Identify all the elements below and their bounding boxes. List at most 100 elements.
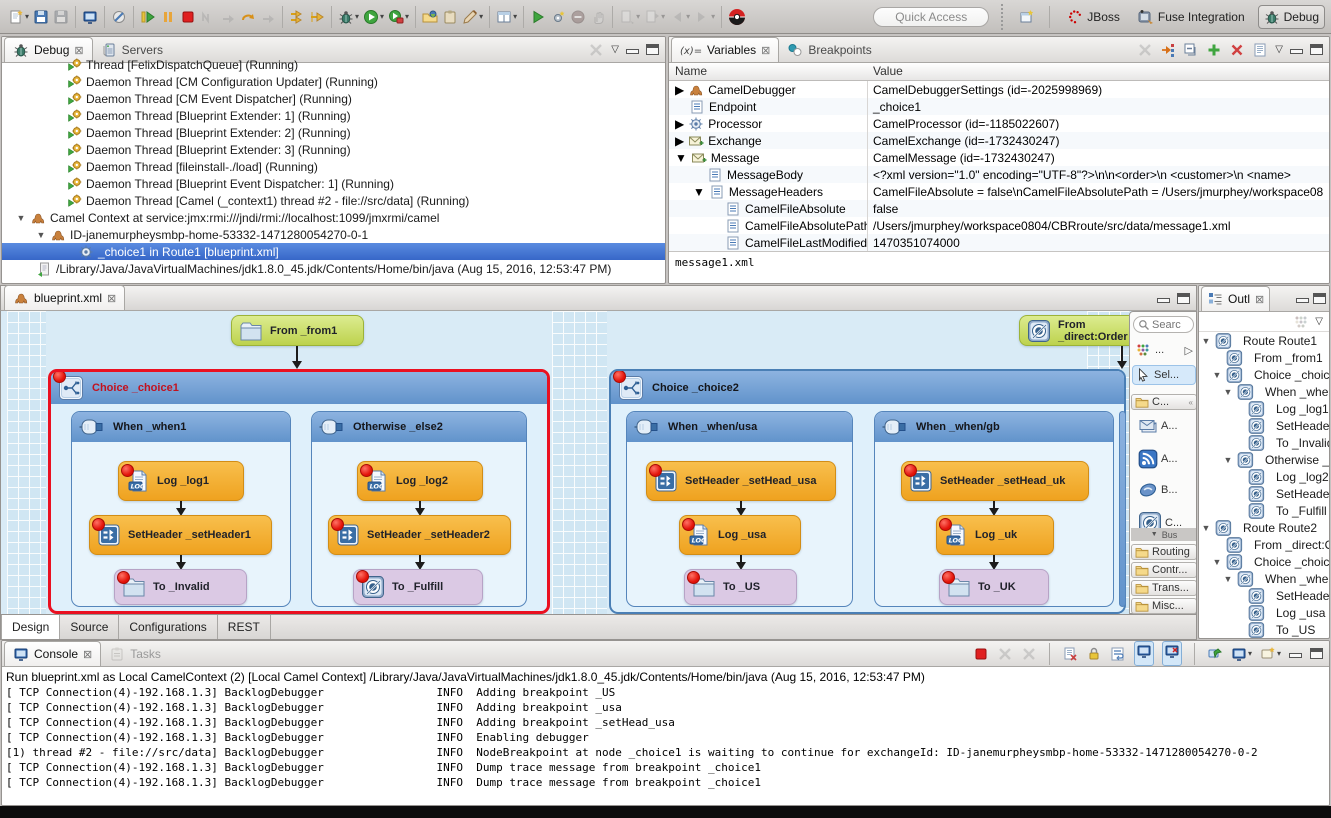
- expander-icon[interactable]: ▼: [1212, 557, 1222, 567]
- suspend-button[interactable]: [158, 7, 178, 27]
- outline-tree-item[interactable]: To _Fulfill: [1199, 502, 1329, 519]
- palette-drawer-miscellaneous[interactable]: Misc...: [1131, 598, 1197, 614]
- new-button[interactable]: ▾: [6, 7, 31, 27]
- close-icon[interactable]: ⊠: [761, 44, 770, 57]
- tab-configurations[interactable]: Configurations: [119, 615, 217, 639]
- choice-choice1-header[interactable]: Choice _choice1: [51, 372, 547, 404]
- to-us-node[interactable]: To _US: [684, 569, 797, 605]
- variable-row[interactable]: MessageBody<?xml version="1.0" encoding=…: [669, 166, 1329, 183]
- clear-console-icon[interactable]: [1062, 646, 1078, 662]
- when-container-clipped[interactable]: [1119, 411, 1126, 607]
- remove-all-launches-icon[interactable]: [1021, 646, 1037, 662]
- display-console-icon[interactable]: [1231, 646, 1247, 662]
- outline-tree-item[interactable]: ▼When _when/usa: [1199, 570, 1329, 587]
- outline-tree-item[interactable]: ▼When _when1: [1199, 383, 1329, 400]
- open-resource-button[interactable]: [440, 7, 460, 27]
- palette-select-tool[interactable]: Sel...: [1132, 365, 1196, 385]
- step-return-button[interactable]: [238, 7, 258, 27]
- outline-tree-item[interactable]: From _direct:Order: [1199, 536, 1329, 553]
- outline-tree-item[interactable]: From _from1: [1199, 349, 1329, 366]
- scroll-lock-icon[interactable]: [1086, 646, 1102, 662]
- log-uk-node[interactable]: LOG Log _uk: [936, 515, 1054, 555]
- log-usa-node[interactable]: LOG Log _usa: [679, 515, 801, 555]
- expander-icon[interactable]: ▼: [36, 230, 46, 240]
- tab-tasks[interactable]: Tasks: [101, 641, 169, 666]
- perspective-debug[interactable]: Debug: [1258, 5, 1325, 29]
- variable-row[interactable]: CamelFileAbsolutefalse: [669, 200, 1329, 217]
- log-log2-node[interactable]: LOG Log _log2: [357, 461, 483, 501]
- debug-tree-item-selected-breakpoint[interactable]: _choice1 in Route1 [blueprint.xml]: [2, 243, 665, 260]
- debug-tree-item[interactable]: Daemon Thread [Blueprint Event Dispatche…: [2, 175, 665, 192]
- remove-launch-icon[interactable]: [997, 646, 1013, 662]
- maximize-icon[interactable]: [1310, 44, 1323, 55]
- tab-source[interactable]: Source: [60, 615, 119, 639]
- to-invalid-node[interactable]: To _Invalid: [114, 569, 247, 605]
- back-button[interactable]: ▾: [667, 7, 692, 27]
- outline-tree-item[interactable]: SetHeader _setHead_usa: [1199, 587, 1329, 604]
- outline-tree-item[interactable]: Log _usa: [1199, 604, 1329, 621]
- expand-arrow-icon[interactable]: ▷: [1185, 344, 1193, 357]
- outline-tree-item[interactable]: To _US: [1199, 621, 1329, 638]
- otherwise-else2-header[interactable]: Otherwise _else2: [312, 412, 526, 442]
- tab-design[interactable]: Design: [1, 615, 60, 639]
- column-value[interactable]: Value: [867, 63, 909, 80]
- debug-tree-item-route-id[interactable]: ▼ID-janemurpheysmbp-home-53332-147128005…: [2, 226, 665, 243]
- open-perspective-button[interactable]: [1017, 7, 1037, 27]
- palette-drawer-control-flow[interactable]: Contr...: [1131, 562, 1197, 578]
- expander-icon[interactable]: ▼: [1223, 574, 1233, 584]
- save-all-button[interactable]: [51, 7, 71, 27]
- from-from1-node[interactable]: From _from1: [231, 315, 364, 346]
- forward-button[interactable]: ▾: [692, 7, 717, 27]
- tab-variables[interactable]: (x)=Variables⊠: [671, 37, 779, 62]
- run-external-tools-button[interactable]: ▾: [386, 7, 411, 27]
- maximize-icon[interactable]: [1177, 293, 1190, 304]
- debug-tree-item[interactable]: Daemon Thread [Camel (_context1) thread …: [2, 192, 665, 209]
- terminate-button[interactable]: [178, 7, 198, 27]
- variable-row[interactable]: Endpoint_choice1: [669, 98, 1329, 115]
- log-log1-node[interactable]: LOG Log _log1: [118, 461, 244, 501]
- expander-icon[interactable]: ▶: [675, 83, 684, 97]
- column-divider[interactable]: [867, 81, 868, 251]
- when-when-usa-header[interactable]: When _when/usa: [627, 412, 852, 442]
- detail-pane-icon[interactable]: [1252, 42, 1268, 58]
- maximize-icon[interactable]: [1313, 293, 1326, 304]
- last-edit-location-button[interactable]: ▾: [617, 7, 642, 27]
- tab-console[interactable]: Console⊠: [4, 641, 101, 666]
- minimize-icon[interactable]: [1289, 653, 1302, 658]
- minimize-icon[interactable]: [1296, 298, 1309, 303]
- outline-tree-item[interactable]: ▼Route Route1: [1199, 332, 1329, 349]
- palette-pinned-row[interactable]: ... ▷: [1132, 340, 1196, 360]
- outline-tree-item[interactable]: Log _log2: [1199, 468, 1329, 485]
- debug-tree-item-jvm[interactable]: /Library/Java/JavaVirtualMachines/jdk1.8…: [2, 260, 665, 277]
- step-over-button[interactable]: [258, 7, 278, 27]
- column-name[interactable]: Name: [669, 63, 867, 80]
- variable-detail-pane[interactable]: message1.xml: [669, 251, 1329, 283]
- outline-tree-item[interactable]: To _Invalid: [1199, 434, 1329, 451]
- expander-icon[interactable]: ▶: [675, 134, 684, 148]
- tab-breakpoints[interactable]: Breakpoints: [779, 37, 879, 62]
- debug-tree-item[interactable]: Daemon Thread [CM Configuration Updater]…: [2, 73, 665, 90]
- search-input[interactable]: [1152, 319, 1188, 331]
- perspective-fuse-integration[interactable]: Fuse Integration: [1133, 6, 1250, 28]
- palette-search[interactable]: [1133, 316, 1194, 333]
- debug-tree-item[interactable]: Daemon Thread [Blueprint Extender: 3] (R…: [2, 141, 665, 158]
- expander-icon[interactable]: ▼: [16, 213, 26, 223]
- variable-row[interactable]: CamelFileAbsolutePath/Users/jmurphey/wor…: [669, 217, 1329, 234]
- expander-icon[interactable]: ▼: [1201, 523, 1211, 533]
- stop-server-button[interactable]: [568, 7, 588, 27]
- to-uk-node[interactable]: To _UK: [939, 569, 1049, 605]
- palette-item[interactable]: A...: [1138, 417, 1196, 435]
- collapse-all-icon[interactable]: [1183, 42, 1199, 58]
- remove-icon[interactable]: [1229, 42, 1245, 58]
- to-fulfill-node[interactable]: To _Fulfill: [353, 569, 483, 605]
- variable-row[interactable]: ▼MessageHeadersCamelFileAbsolute = false…: [669, 183, 1329, 200]
- collapse-icon[interactable]: «: [1189, 398, 1193, 407]
- choice-choice2-header[interactable]: Choice _choice2: [611, 371, 1124, 404]
- expander-icon[interactable]: ▶: [675, 117, 684, 131]
- palette-item[interactable]: B...: [1138, 481, 1196, 499]
- setheader-sethead-usa-node[interactable]: SetHeader _setHead_usa: [646, 461, 836, 501]
- console-output[interactable]: Run blueprint.xml as Local CamelContext …: [2, 667, 1329, 805]
- tab-outline[interactable]: Outl⊠: [1201, 286, 1270, 311]
- use-step-filters-button[interactable]: [287, 7, 307, 27]
- open-console-icon[interactable]: [1260, 646, 1276, 662]
